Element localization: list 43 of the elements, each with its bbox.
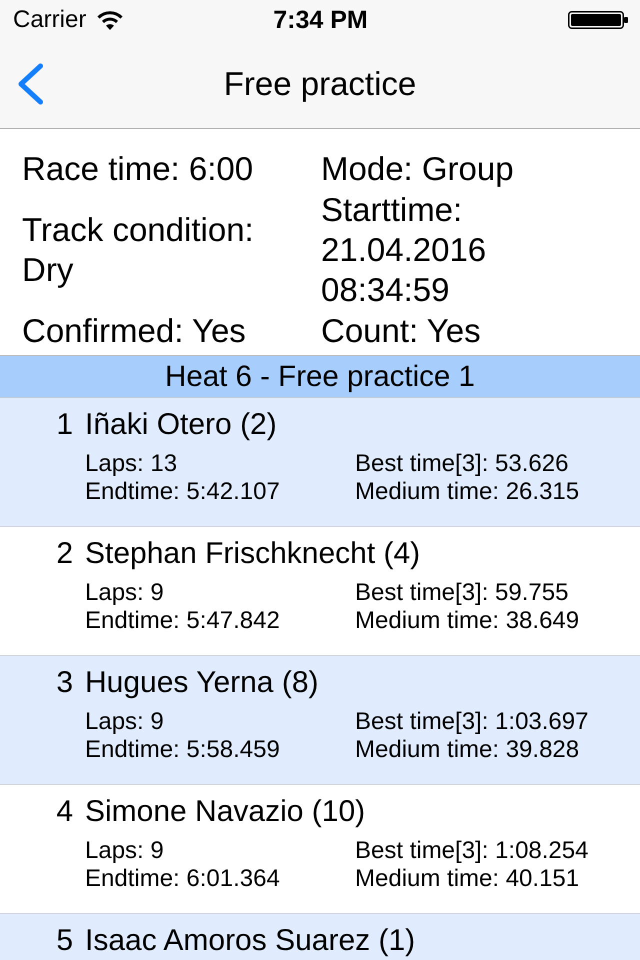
back-button[interactable] <box>16 63 44 105</box>
laps-text: Laps: 9 <box>85 708 164 736</box>
driver-name: Isaac Amoros Suarez (1) <box>85 923 416 959</box>
medium-time-text: Medium time: 39.828 <box>355 736 580 764</box>
race-info-text: Confirmed: Yes <box>22 311 247 351</box>
endtime-text: Endtime: 5:58.459 <box>85 736 280 764</box>
result-row[interactable]: 3 Hugues Yerna (8) Laps: 9 Best time[3]: 1:03.697 Endtime: 5:58.459 Medium time: 39.828 <box>0 656 640 785</box>
medium-time-text: Medium time: 26.315 <box>355 478 580 506</box>
laps-text: Laps: 9 <box>85 837 164 865</box>
race-info-text: Race time: 6:00 <box>22 149 254 189</box>
best-time-text: Best time[3]: 59.755 <box>355 579 568 607</box>
endtime-text: Endtime: 5:42.107 <box>85 478 280 506</box>
best-time-text: Best time[3]: 1:08.254 <box>355 837 588 865</box>
race-info-text: Starttime: 21.04.2016 08:34:59 <box>321 190 488 310</box>
place-number: 2 <box>55 536 73 572</box>
driver-name: Iñaki Otero (2) <box>85 407 277 443</box>
laps-text: Laps: 9 <box>85 579 164 607</box>
chevron-left-icon <box>16 63 44 105</box>
place-number: 3 <box>55 665 73 701</box>
best-time-text: Best time[3]: 53.626 <box>355 450 568 478</box>
endtime-text: Endtime: 5:47.842 <box>85 607 280 635</box>
medium-time-text: Medium time: 40.151 <box>355 865 580 893</box>
place-number: 4 <box>55 794 73 830</box>
endtime-text: Endtime: 6:01.364 <box>85 865 280 893</box>
best-time-text: Best time[3]: 1:03.697 <box>355 708 588 736</box>
carrier-name: Carrier <box>13 6 86 34</box>
medium-time-text: Medium time: 38.649 <box>355 607 580 635</box>
battery-icon <box>568 11 628 29</box>
driver-name: Stephan Frischknecht (4) <box>85 536 420 572</box>
laps-text: Laps: 13 <box>85 450 178 478</box>
race-info-text: Mode: Group <box>321 149 515 189</box>
race-info-text: Track condition: Dry <box>22 210 255 290</box>
wifi-icon <box>97 10 124 30</box>
place-number: 5 <box>55 923 73 959</box>
driver-name: Simone Navazio (10) <box>85 794 366 830</box>
status-time: 7:34 PM <box>273 6 368 34</box>
result-row[interactable]: 1 Iñaki Otero (2) Laps: 13 Best time[3]: 53.626 Endtime: 5:42.107 Medium time: 26.315 <box>0 398 640 527</box>
driver-name: Hugues Yerna (8) <box>85 665 318 701</box>
nav-title: Free practice <box>224 64 416 104</box>
result-row[interactable]: 5 Isaac Amoros Suarez (1) <box>0 914 640 960</box>
heat-title: Heat 6 - Free practice 1 <box>165 358 475 394</box>
place-number: 1 <box>55 407 73 443</box>
race-info-text: Count: Yes <box>321 311 482 351</box>
